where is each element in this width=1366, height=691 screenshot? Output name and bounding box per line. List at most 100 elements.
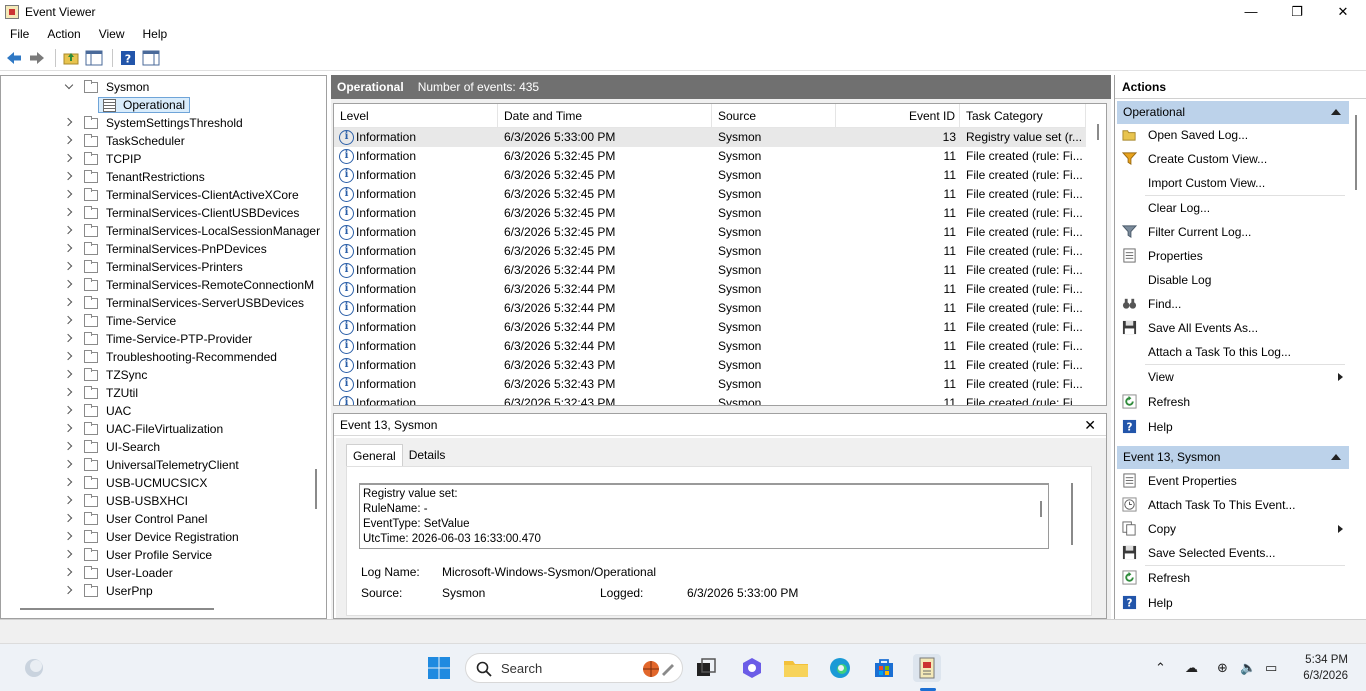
refresh-action[interactable]: Refresh — [1119, 391, 1349, 413]
tree-node[interactable]: UserPnp — [64, 582, 153, 600]
battery-icon[interactable]: ▭ — [1265, 660, 1277, 676]
chevron-right-icon[interactable] — [64, 532, 74, 542]
collapse-icon[interactable] — [1331, 454, 1341, 460]
chevron-right-icon[interactable] — [64, 370, 74, 380]
event-message[interactable]: Registry value set: RuleName: - EventTyp… — [359, 483, 1049, 549]
chevron-right-icon[interactable] — [64, 172, 74, 182]
import-custom-view-action[interactable]: Import Custom View... — [1119, 172, 1349, 194]
actions-scrollbar[interactable] — [1355, 115, 1357, 190]
chevron-right-icon[interactable] — [64, 226, 74, 236]
tree-node[interactable]: TZUtil — [64, 384, 138, 402]
task-view-icon[interactable] — [692, 654, 720, 682]
close-button[interactable]: ✕ — [1320, 0, 1366, 23]
volume-icon[interactable]: 🔈 — [1240, 660, 1256, 676]
sync-off-icon[interactable]: ☁ — [1185, 660, 1198, 676]
table-row[interactable]: i Information 6/3/2026 5:32:45 PM Sysmon 11 F… — [334, 166, 1086, 185]
table-row[interactable]: i Information 6/3/2026 5:32:44 PM Sysmon 11 F… — [334, 280, 1086, 299]
attach-task-to-log-action[interactable]: Attach a Task To this Log... — [1119, 341, 1349, 363]
taskbar-search[interactable]: Search — [465, 653, 683, 683]
message-scrollbar[interactable] — [1040, 501, 1042, 517]
show-hide-tree-icon[interactable] — [84, 48, 104, 68]
chevron-right-icon[interactable] — [64, 136, 74, 146]
chevron-right-icon[interactable] — [64, 280, 74, 290]
copy-submenu[interactable]: Copy — [1119, 518, 1349, 540]
save-selected-events-action[interactable]: Save Selected Events... — [1119, 542, 1349, 564]
chevron-right-icon[interactable] — [64, 460, 74, 470]
chevron-right-icon[interactable] — [64, 244, 74, 254]
open-saved-log-action[interactable]: Open Saved Log... — [1119, 124, 1349, 146]
file-explorer-icon[interactable] — [782, 654, 810, 682]
table-row[interactable]: i Information 6/3/2026 5:32:43 PM Sysmon 11 F… — [334, 375, 1086, 394]
create-custom-view-action[interactable]: Create Custom View... — [1119, 148, 1349, 170]
tree-node-operational[interactable]: Operational — [98, 96, 191, 114]
help-action[interactable]: ? Help — [1119, 592, 1349, 614]
table-row[interactable]: i Information 6/3/2026 5:32:45 PM Sysmon 11 F… — [334, 147, 1086, 166]
edge-icon[interactable] — [826, 654, 854, 682]
tab-general[interactable]: General — [346, 444, 403, 466]
chevron-up-icon[interactable]: ⌃ — [1155, 660, 1166, 676]
tree-node[interactable]: TerminalServices-ClientUSBDevices — [64, 204, 299, 222]
menu-help[interactable]: Help — [133, 27, 176, 41]
table-row[interactable]: i Information 6/3/2026 5:32:44 PM Sysmon 11 F… — [334, 299, 1086, 318]
table-row[interactable]: i Information 6/3/2026 5:32:44 PM Sysmon 11 F… — [334, 337, 1086, 356]
properties-action[interactable]: Properties — [1119, 245, 1349, 267]
table-row[interactable]: i Information 6/3/2026 5:33:00 PM Sysmon 13 R… — [334, 128, 1086, 147]
table-row[interactable]: i Information 6/3/2026 5:32:43 PM Sysmon 11 F… — [334, 394, 1086, 405]
find-action[interactable]: Find... — [1119, 293, 1349, 315]
copilot-icon[interactable] — [738, 654, 766, 682]
chevron-right-icon[interactable] — [64, 586, 74, 596]
tree-node[interactable]: USB-USBXHCI — [64, 492, 188, 510]
chevron-right-icon[interactable] — [64, 496, 74, 506]
column-event-id[interactable]: Event ID — [836, 104, 960, 128]
tree-node[interactable]: TerminalServices-Printers — [64, 258, 243, 276]
chevron-right-icon[interactable] — [64, 298, 74, 308]
section-operational[interactable]: Operational — [1117, 101, 1349, 124]
chevron-right-icon[interactable] — [64, 334, 74, 344]
chevron-right-icon[interactable] — [64, 388, 74, 398]
tree-node[interactable]: TZSync — [64, 366, 147, 384]
tree-node[interactable]: UniversalTelemetryClient — [64, 456, 239, 474]
attach-task-to-event-action[interactable]: Attach Task To This Event... — [1119, 494, 1349, 516]
chevron-right-icon[interactable] — [64, 406, 74, 416]
table-row[interactable]: i Information 6/3/2026 5:32:45 PM Sysmon 11 F… — [334, 204, 1086, 223]
weather-widget-icon[interactable] — [20, 654, 48, 682]
clock[interactable]: 5:34 PM 6/3/2026 — [1303, 652, 1348, 684]
column-level[interactable]: Level — [334, 104, 498, 128]
menu-file[interactable]: File — [0, 27, 37, 41]
table-row[interactable]: i Information 6/3/2026 5:32:45 PM Sysmon 11 F… — [334, 185, 1086, 204]
minimize-button[interactable]: — — [1228, 0, 1274, 23]
table-row[interactable]: i Information 6/3/2026 5:32:43 PM Sysmon 11 F… — [334, 356, 1086, 375]
chevron-right-icon[interactable] — [64, 550, 74, 560]
chevron-right-icon[interactable] — [64, 568, 74, 578]
column-date-time[interactable]: Date and Time — [498, 104, 712, 128]
tree-node[interactable]: Time-Service — [64, 312, 176, 330]
grid-scrollbar[interactable] — [1097, 124, 1099, 140]
tree-node[interactable]: User Control Panel — [64, 510, 207, 528]
column-task-category[interactable]: Task Category — [960, 104, 1086, 128]
chevron-right-icon[interactable] — [64, 316, 74, 326]
table-row[interactable]: i Information 6/3/2026 5:32:45 PM Sysmon 11 F… — [334, 242, 1086, 261]
chevron-right-icon[interactable] — [64, 208, 74, 218]
events-grid[interactable]: Level Date and Time Source Event ID Task… — [333, 103, 1107, 406]
tree-node[interactable]: TerminalServices-ClientActiveXCore — [64, 186, 299, 204]
console-tree[interactable]: Sysmon Operational SystemSettingsThresho… — [0, 75, 327, 619]
filter-current-log-action[interactable]: Filter Current Log... — [1119, 221, 1349, 243]
chevron-right-icon[interactable] — [64, 190, 74, 200]
tree-node[interactable]: Troubleshooting-Recommended — [64, 348, 277, 366]
disable-log-action[interactable]: Disable Log — [1119, 269, 1349, 291]
table-row[interactable]: i Information 6/3/2026 5:32:44 PM Sysmon 11 F… — [334, 318, 1086, 337]
tree-node[interactable]: UAC — [64, 402, 131, 420]
back-arrow-icon[interactable] — [4, 48, 24, 68]
tree-node[interactable]: User Profile Service — [64, 546, 212, 564]
section-event[interactable]: Event 13, Sysmon — [1117, 446, 1349, 469]
menu-view[interactable]: View — [89, 27, 133, 41]
forward-arrow-icon[interactable] — [27, 48, 47, 68]
tree-node[interactable]: TerminalServices-ServerUSBDevices — [64, 294, 304, 312]
chevron-right-icon[interactable] — [64, 442, 74, 452]
tree-node[interactable]: TerminalServices-PnPDevices — [64, 240, 267, 258]
chevron-right-icon[interactable] — [64, 118, 74, 128]
store-icon[interactable] — [870, 654, 898, 682]
tree-node[interactable]: TCPIP — [64, 150, 141, 168]
chevron-right-icon[interactable] — [64, 262, 74, 272]
chevron-right-icon[interactable] — [64, 424, 74, 434]
